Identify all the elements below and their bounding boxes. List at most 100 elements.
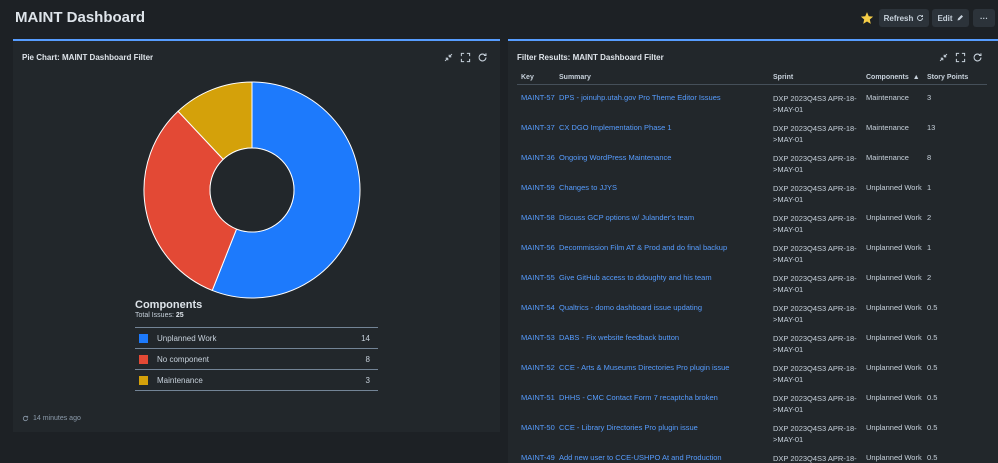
legend-item-count: 14 xyxy=(361,333,370,343)
issue-summary-link[interactable]: Add new user to CCE-USHPO At and Product… xyxy=(559,453,722,462)
issue-sprint: DXP 2023Q4S3 APR-18->MAY-01 xyxy=(773,394,857,414)
edit-button[interactable]: Edit xyxy=(932,9,969,27)
issue-story-points: 0.5 xyxy=(927,303,938,312)
issue-summary-link[interactable]: CX DGO Implementation Phase 1 xyxy=(559,123,672,132)
table-row[interactable]: MAINT-54 Qualtrics - domo dashboard issu… xyxy=(517,297,987,327)
issue-story-points: 2 xyxy=(927,273,932,282)
last-updated-text: 14 minutes ago xyxy=(33,415,81,422)
issue-sprint: DXP 2023Q4S3 APR-18->MAY-01 xyxy=(773,154,857,174)
legend-swatch xyxy=(139,333,148,343)
column-key[interactable]: Key xyxy=(521,74,534,81)
issue-key-link[interactable]: MAINT-51 xyxy=(521,393,555,402)
table-header: Key Summary Sprint Components ▲ Story Poi… xyxy=(517,71,987,85)
fullscreen-icon[interactable] xyxy=(460,52,471,63)
issue-key-link[interactable]: MAINT-50 xyxy=(521,423,555,432)
issue-summary-link[interactable]: Changes to JJYS xyxy=(559,183,617,192)
legend-title: Components xyxy=(135,299,203,311)
legend-item-unplanned-work[interactable]: Unplanned Work 14 xyxy=(135,328,378,348)
refresh-small-icon xyxy=(22,415,29,422)
legend-item-label: Maintenance xyxy=(157,375,203,385)
refresh-gadget-icon[interactable] xyxy=(477,52,488,63)
table-row[interactable]: MAINT-58 Discuss GCP options w/ Julander… xyxy=(517,207,987,237)
issue-summary-link[interactable]: Decommission Film AT & Prod and do final… xyxy=(559,243,727,252)
table-row[interactable]: MAINT-59 Changes to JJYS DXP 2023Q4S3 AP… xyxy=(517,177,987,207)
star-icon[interactable] xyxy=(860,11,874,25)
issue-summary-link[interactable]: DABS - Fix website feedback button xyxy=(559,333,679,342)
table-row[interactable]: MAINT-52 CCE - Arts & Museums Directorie… xyxy=(517,357,987,387)
issue-story-points: 0.5 xyxy=(927,393,938,402)
refresh-button[interactable]: Refresh xyxy=(879,9,929,27)
issue-component: Unplanned Work xyxy=(866,243,922,252)
refresh-gadget-icon[interactable] xyxy=(972,52,983,63)
issue-component: Unplanned Work xyxy=(866,453,922,462)
issue-story-points: 0.5 xyxy=(927,453,938,462)
pie-chart-panel: Pie Chart: MAINT Dashboard Filter Compon… xyxy=(13,39,500,432)
issue-key-link[interactable]: MAINT-36 xyxy=(521,153,555,162)
table-row[interactable]: MAINT-50 CCE - Library Directories Pro p… xyxy=(517,417,987,447)
issue-key-link[interactable]: MAINT-55 xyxy=(521,273,555,282)
issue-story-points: 3 xyxy=(927,93,932,102)
issue-summary-link[interactable]: CCE - Arts & Museums Directories Pro plu… xyxy=(559,363,729,372)
issue-key-link[interactable]: MAINT-52 xyxy=(521,363,555,372)
issue-summary-link[interactable]: Ongoing WordPress Maintenance xyxy=(559,153,671,162)
issue-summary-link[interactable]: Discuss GCP options w/ Julander's team xyxy=(559,213,694,222)
issue-sprint: DXP 2023Q4S3 APR-18->MAY-01 xyxy=(773,244,857,264)
table-row[interactable]: MAINT-51 DHHS - CMC Contact Form 7 recap… xyxy=(517,387,987,417)
issue-key-link[interactable]: MAINT-59 xyxy=(521,183,555,192)
column-components[interactable]: Components ▲ xyxy=(866,74,920,81)
table-row[interactable]: MAINT-57 DPS - joinuhp.utah.gov Pro Them… xyxy=(517,87,987,117)
column-summary[interactable]: Summary xyxy=(559,74,591,81)
donut-hole xyxy=(209,147,295,233)
issue-story-points: 8 xyxy=(927,153,932,162)
issue-summary-link[interactable]: CCE - Library Directories Pro plugin iss… xyxy=(559,423,698,432)
issue-summary-link[interactable]: DHHS - CMC Contact Form 7 recaptcha brok… xyxy=(559,393,718,402)
table-row[interactable]: MAINT-53 DABS - Fix website feedback but… xyxy=(517,327,987,357)
issue-summary-link[interactable]: DPS - joinuhp.utah.gov Pro Theme Editor … xyxy=(559,93,721,102)
legend-item-no-component[interactable]: No component 8 xyxy=(135,349,378,369)
column-story-points[interactable]: Story Points xyxy=(927,74,968,81)
table-row[interactable]: MAINT-37 CX DGO Implementation Phase 1 D… xyxy=(517,117,987,147)
issue-sprint: DXP 2023Q4S3 APR-18->MAY-01 xyxy=(773,274,857,294)
column-sprint[interactable]: Sprint xyxy=(773,74,861,81)
table-row[interactable]: MAINT-49 Add new user to CCE-USHPO At an… xyxy=(517,447,987,463)
filter-panel-toolbar xyxy=(938,52,983,63)
issue-summary-link[interactable]: Give GitHub access to ddoughty and his t… xyxy=(559,273,712,282)
issue-key-link[interactable]: MAINT-58 xyxy=(521,213,555,222)
issue-component: Unplanned Work xyxy=(866,423,922,432)
edit-label: Edit xyxy=(937,13,953,23)
minimize-icon[interactable] xyxy=(938,52,949,63)
refresh-label: Refresh xyxy=(883,13,914,23)
issue-story-points: 0.5 xyxy=(927,363,938,372)
table-row[interactable]: MAINT-56 Decommission Film AT & Prod and… xyxy=(517,237,987,267)
issue-key-link[interactable]: MAINT-56 xyxy=(521,243,555,252)
issue-story-points: 1 xyxy=(927,183,932,192)
issue-sprint: DXP 2023Q4S3 APR-18->MAY-01 xyxy=(773,454,857,463)
issue-summary-link[interactable]: Qualtrics - domo dashboard issue updatin… xyxy=(559,303,702,312)
table-row[interactable]: MAINT-55 Give GitHub access to ddoughty … xyxy=(517,267,987,297)
issue-key-link[interactable]: MAINT-37 xyxy=(521,123,555,132)
minimize-icon[interactable] xyxy=(443,52,454,63)
issue-story-points: 1 xyxy=(927,243,932,252)
issue-component: Unplanned Work xyxy=(866,333,922,342)
issue-component: Maintenance xyxy=(866,153,909,162)
issue-key-link[interactable]: MAINT-54 xyxy=(521,303,555,312)
more-actions-button[interactable]: ··· xyxy=(973,9,995,27)
issue-key-link[interactable]: MAINT-57 xyxy=(521,93,555,102)
issue-sprint: DXP 2023Q4S3 APR-18->MAY-01 xyxy=(773,334,857,354)
legend-item-maintenance[interactable]: Maintenance 3 xyxy=(135,370,378,390)
issue-sprint: DXP 2023Q4S3 APR-18->MAY-01 xyxy=(773,124,857,144)
legend-total: Total Issues: 25 xyxy=(135,312,184,319)
legend-divider xyxy=(135,390,378,391)
issue-key-link[interactable]: MAINT-53 xyxy=(521,333,555,342)
total-value: 25 xyxy=(175,312,184,319)
page-title: MAINT Dashboard xyxy=(15,9,146,26)
issue-story-points: 2 xyxy=(927,213,932,222)
total-label: Total Issues: xyxy=(135,312,174,319)
legend-swatch xyxy=(139,375,148,385)
table-row[interactable]: MAINT-36 Ongoing WordPress Maintenance D… xyxy=(517,147,987,177)
last-updated: 14 minutes ago xyxy=(22,415,81,422)
fullscreen-icon[interactable] xyxy=(955,52,966,63)
issue-key-link[interactable]: MAINT-49 xyxy=(521,453,555,462)
pie-chart xyxy=(143,81,361,299)
legend-item-label: Unplanned Work xyxy=(157,333,217,343)
